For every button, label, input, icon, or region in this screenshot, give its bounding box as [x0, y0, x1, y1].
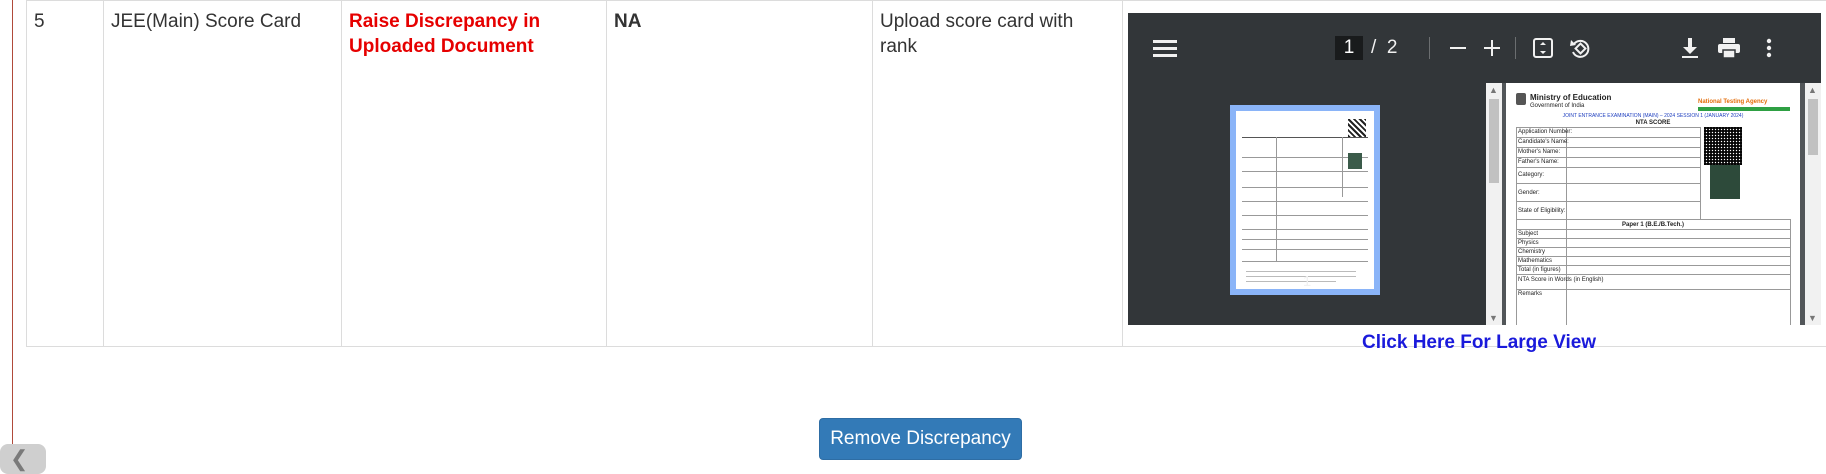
remove-discrepancy-button[interactable]: Remove Discrepancy [819, 418, 1022, 460]
thumbnail-page-preview [1236, 111, 1374, 289]
doc-subject: Physics [1518, 240, 1539, 247]
cell-status: Raise Discrepancy in Uploaded Document [342, 1, 607, 347]
qr-code-image [1704, 127, 1742, 165]
doc-field: Father's Name: [1518, 159, 1559, 166]
zoom-in-icon[interactable] [1478, 13, 1506, 83]
doc-field: Gender: [1518, 190, 1540, 197]
page-scrollbar[interactable]: ▲ ▼ [1805, 83, 1821, 325]
pdf-toolbar: 1 / 2 [1128, 13, 1821, 83]
more-icon[interactable] [1757, 13, 1781, 83]
doc-field: Application Number: [1518, 129, 1572, 136]
doc-field: Mother's Name: [1518, 149, 1560, 156]
doc-field: Category: [1518, 172, 1544, 179]
doc-subject: Total (in figures) [1518, 267, 1561, 274]
doc-subject: Chemistry [1518, 249, 1545, 256]
cell-sno: 5 [27, 1, 104, 347]
cell-document-name: JEE(Main) Score Card [104, 1, 342, 347]
doc-field: Candidate's Name: [1518, 139, 1569, 146]
print-icon[interactable] [1713, 13, 1745, 83]
chevron-left-icon: ❮ [10, 446, 28, 472]
thumbnail-panel: 1 [1128, 83, 1486, 325]
doc-paper: Paper 1 (B.E./B.Tech.) [1516, 222, 1790, 229]
toolbar-divider [1429, 37, 1430, 59]
page-left-border [12, 0, 13, 467]
pdf-viewer: 1 / 2 [1128, 13, 1821, 325]
cell-instruction: Upload score card with rank [873, 1, 1123, 347]
large-view-link[interactable]: Click Here For Large View [1362, 332, 1596, 354]
doc-agency: National Testing Agency [1698, 99, 1767, 106]
cell-remark: NA [607, 1, 873, 347]
doc-gov: Government of India [1530, 103, 1584, 110]
doc-subject: Remarks [1518, 291, 1542, 298]
doc-subject: Mathematics [1518, 258, 1552, 265]
back-to-top-button[interactable]: ❮ [0, 444, 46, 474]
thumbnail-scrollbar[interactable]: ▲ ▼ [1486, 83, 1502, 325]
toolbar-divider [1515, 37, 1516, 59]
page-count: / 2 [1371, 36, 1397, 60]
doc-score-title: NTA SCORE [1516, 120, 1790, 127]
candidate-photo [1710, 165, 1740, 199]
doc-subject: Subject [1518, 231, 1538, 238]
menu-icon[interactable] [1152, 13, 1178, 83]
rotate-icon[interactable] [1565, 13, 1595, 83]
zoom-out-icon[interactable] [1444, 13, 1472, 83]
doc-subject: NTA Score in Words (in English) [1518, 277, 1603, 284]
emblem-icon [1516, 93, 1526, 105]
thumbnail-page-number: 1 [1128, 273, 1486, 290]
page-thumbnail[interactable] [1230, 105, 1380, 295]
page-number-input[interactable]: 1 [1335, 36, 1363, 60]
document-page: Ministry of Education Government of Indi… [1506, 83, 1800, 325]
fit-page-icon[interactable] [1528, 13, 1558, 83]
doc-ministry: Ministry of Education [1530, 94, 1611, 101]
doc-exam-title: JOINT ENTRANCE EXAMINATION (MAIN) – 2024… [1516, 113, 1790, 120]
doc-field: State of Eligibility: [1518, 208, 1565, 215]
download-icon[interactable] [1675, 13, 1705, 83]
